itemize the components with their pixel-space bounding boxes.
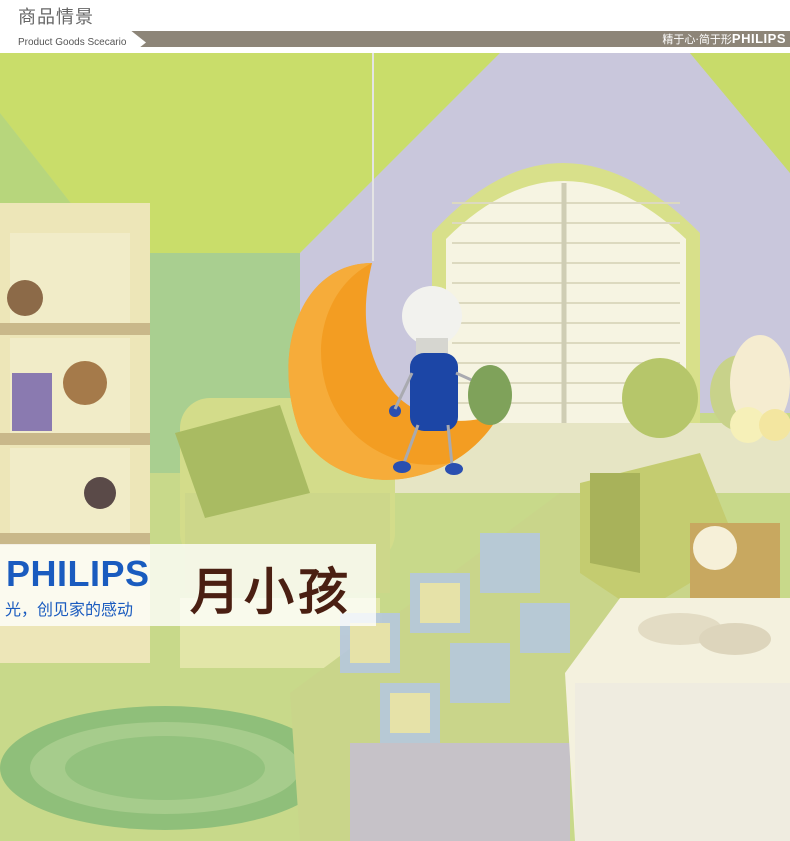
philips-logo: PHILIPS (6, 553, 150, 594)
section-subtitle: Product Goods Scecario (18, 37, 127, 48)
product-name: 月小孩 (190, 563, 352, 621)
slogan-text: 精于心·简于形 (662, 33, 732, 46)
scene-photo (0, 53, 790, 841)
page-header: 商品情景 Product Goods Scecario 精于心·简于形PHILI… (0, 0, 790, 54)
brand-slogan: 精于心·简于形PHILIPS (662, 31, 786, 47)
section-title: 商品情景 (18, 7, 94, 28)
brand-tagline: 光，创见家的感动 (5, 600, 134, 619)
slogan-brand-logo: PHILIPS (731, 31, 786, 46)
bedroom-scene-illustration (0, 53, 790, 841)
